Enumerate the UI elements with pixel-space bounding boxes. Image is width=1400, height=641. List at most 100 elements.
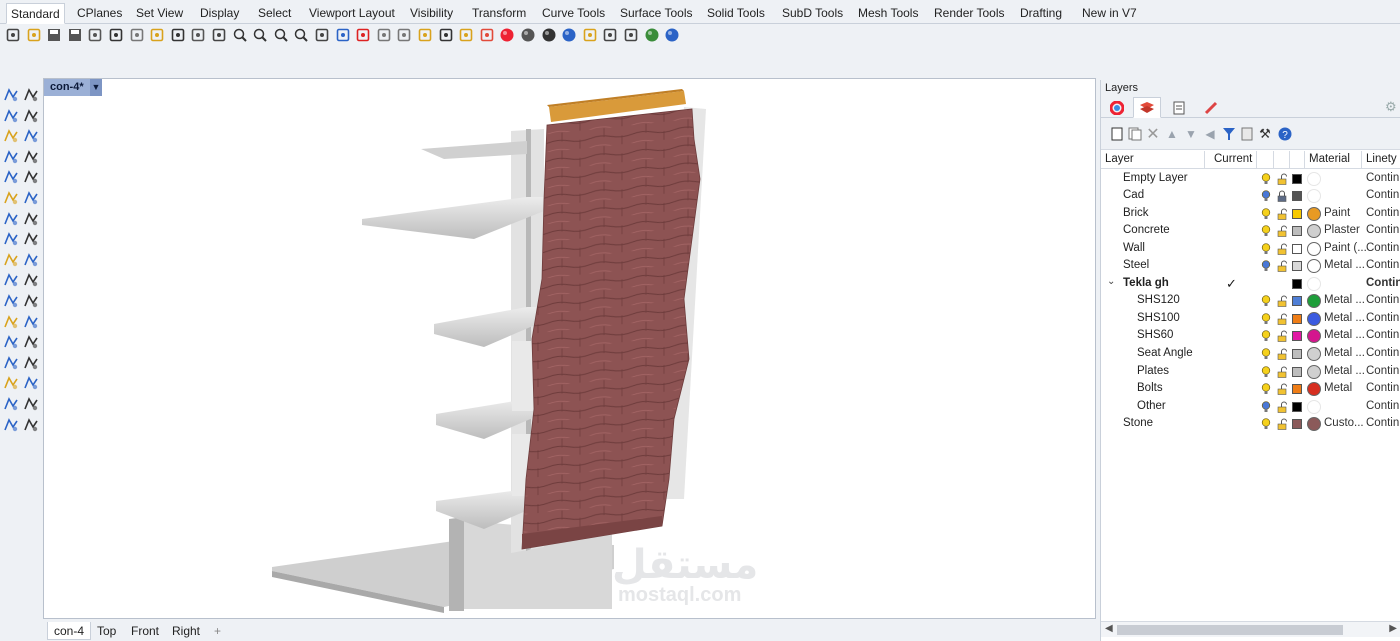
visibility-bulb-icon[interactable] — [1261, 295, 1271, 307]
tab-transform[interactable]: Transform — [468, 3, 530, 24]
material-swatch[interactable] — [1307, 294, 1321, 309]
help-icon[interactable]: ? — [1277, 126, 1293, 142]
visibility-bulb-icon[interactable] — [1261, 260, 1271, 272]
zoom-icon[interactable] — [231, 26, 249, 44]
linetype-name[interactable]: Contin — [1366, 189, 1399, 201]
new-icon[interactable] — [4, 26, 22, 44]
visibility-bulb-icon[interactable] — [1261, 313, 1271, 325]
layer-row[interactable]: Steel Metal ... Contin — [1101, 257, 1400, 275]
viewport-layout-icon[interactable] — [334, 26, 352, 44]
layer-name[interactable]: Plates — [1137, 365, 1169, 377]
visibility-bulb-icon[interactable] — [1261, 225, 1271, 237]
linetype-name[interactable]: Contin — [1366, 312, 1399, 324]
viewport-menu-arrow[interactable]: ▼ — [90, 79, 102, 96]
tab-viewport-layout[interactable]: Viewport Layout — [305, 3, 399, 24]
model-render[interactable] — [44, 79, 1095, 618]
layer-name[interactable]: SHS120 — [1137, 294, 1180, 306]
layer-row[interactable]: SHS60 Metal ... Contin — [1101, 327, 1400, 345]
linetype-name[interactable]: Contin — [1366, 329, 1399, 341]
hide-icon[interactable] — [375, 26, 393, 44]
tab-display[interactable] — [1197, 97, 1225, 118]
material-name[interactable]: Metal ... — [1324, 259, 1365, 271]
move-up-icon[interactable]: ▲ — [1164, 126, 1180, 142]
new-layer-icon[interactable] — [1109, 126, 1125, 142]
layer-color-swatch[interactable] — [1292, 313, 1302, 324]
layer-name[interactable]: Bolts — [1137, 382, 1163, 394]
layer-row[interactable]: SHS100 Metal ... Contin — [1101, 310, 1400, 328]
light-icon[interactable] — [437, 26, 455, 44]
material-name[interactable]: Paint (... — [1324, 242, 1367, 254]
material-name[interactable]: Metal ... — [1324, 365, 1365, 377]
linetype-name[interactable]: Contin — [1366, 365, 1399, 377]
scroll-left-icon[interactable]: ◀ — [1105, 623, 1113, 634]
lock-open-icon[interactable] — [1277, 173, 1287, 185]
visibility-bulb-icon[interactable] — [1261, 190, 1271, 202]
layer-name[interactable]: Empty Layer — [1123, 172, 1188, 184]
group-icon[interactable] — [22, 354, 40, 372]
layer-name[interactable]: Tekla gh — [1123, 277, 1169, 289]
tab-render-tools[interactable]: Render Tools — [930, 3, 1009, 24]
help-icon[interactable] — [663, 26, 681, 44]
material-swatch[interactable] — [1307, 259, 1321, 274]
lock-closed-icon[interactable] — [1277, 190, 1287, 202]
scroll-right-icon[interactable]: ▶ — [1389, 623, 1397, 634]
show-icon[interactable] — [416, 26, 434, 44]
arc-icon[interactable] — [22, 127, 40, 145]
layer-name[interactable]: Other — [1137, 400, 1166, 412]
offset-icon[interactable] — [22, 292, 40, 310]
linetype-name[interactable]: Contin — [1366, 417, 1399, 429]
tab-new-in-v7[interactable]: New in V7 — [1078, 3, 1141, 24]
transform-icon[interactable] — [22, 271, 40, 289]
layer-color-swatch[interactable] — [1292, 278, 1302, 289]
lock-open-icon[interactable] — [1277, 243, 1287, 255]
layer-color-swatch[interactable] — [1292, 226, 1302, 237]
color-icon[interactable] — [498, 26, 516, 44]
tab-layers[interactable] — [1133, 97, 1161, 118]
material-name[interactable]: Plaster — [1324, 224, 1360, 236]
tab-drafting[interactable]: Drafting — [1016, 3, 1066, 24]
layer-name[interactable]: SHS100 — [1137, 312, 1180, 324]
layer-name[interactable]: Steel — [1123, 259, 1149, 271]
layer-color-swatch[interactable] — [1292, 296, 1302, 307]
visibility-bulb-icon[interactable] — [1261, 400, 1271, 413]
lock-open-icon[interactable] — [1277, 401, 1287, 413]
lock-icon[interactable] — [457, 26, 475, 44]
tab-select[interactable]: Select — [254, 3, 295, 24]
point-icon[interactable] — [22, 86, 40, 104]
layer-row[interactable]: Plates Metal ... Contin — [1101, 363, 1400, 381]
tab-visibility[interactable]: Visibility — [406, 3, 457, 24]
point-cloud-icon[interactable] — [2, 395, 20, 413]
layer-name[interactable]: Stone — [1123, 417, 1153, 429]
visibility-bulb-icon[interactable] — [1261, 418, 1271, 430]
filter-icon[interactable] — [1221, 126, 1237, 142]
layer-row[interactable]: Brick Paint Contin — [1101, 205, 1400, 223]
grid-snap-icon[interactable] — [622, 26, 640, 44]
linetype-name[interactable]: Contin — [1366, 242, 1399, 254]
material-name[interactable]: Metal ... — [1324, 347, 1365, 359]
material-swatch[interactable] — [1307, 347, 1321, 361]
layer-color-swatch[interactable] — [1292, 173, 1302, 184]
lock-open-icon[interactable] — [1277, 383, 1287, 395]
settings-icon[interactable]: ⚙ — [1385, 100, 1399, 114]
linetype-name[interactable]: Contin — [1366, 224, 1399, 236]
zoom-window-icon[interactable] — [251, 26, 269, 44]
array-icon[interactable] — [2, 354, 20, 372]
visibility-bulb-icon[interactable] — [1261, 383, 1271, 395]
tab-set-view[interactable]: Set View — [132, 3, 187, 24]
lock-open-icon[interactable] — [1277, 348, 1287, 360]
linetype-name[interactable]: Contin — [1366, 347, 1399, 359]
lock-open-icon[interactable] — [1277, 313, 1287, 325]
select-icon[interactable] — [395, 26, 413, 44]
layer-color-swatch[interactable] — [1292, 401, 1302, 412]
layer-color-swatch[interactable] — [1292, 261, 1302, 272]
layer-color-swatch[interactable] — [1292, 349, 1302, 359]
material-swatch[interactable] — [1307, 399, 1321, 414]
lock-open-icon[interactable] — [1277, 418, 1287, 430]
material-swatch[interactable] — [1307, 364, 1321, 379]
rectangle-icon[interactable] — [2, 148, 20, 166]
material-swatch[interactable] — [1307, 171, 1321, 186]
globe-icon[interactable] — [643, 26, 661, 44]
tab-curve-tools[interactable]: Curve Tools — [538, 3, 609, 24]
render-icon[interactable] — [22, 416, 40, 434]
col-linetype[interactable]: Linety — [1366, 153, 1397, 165]
